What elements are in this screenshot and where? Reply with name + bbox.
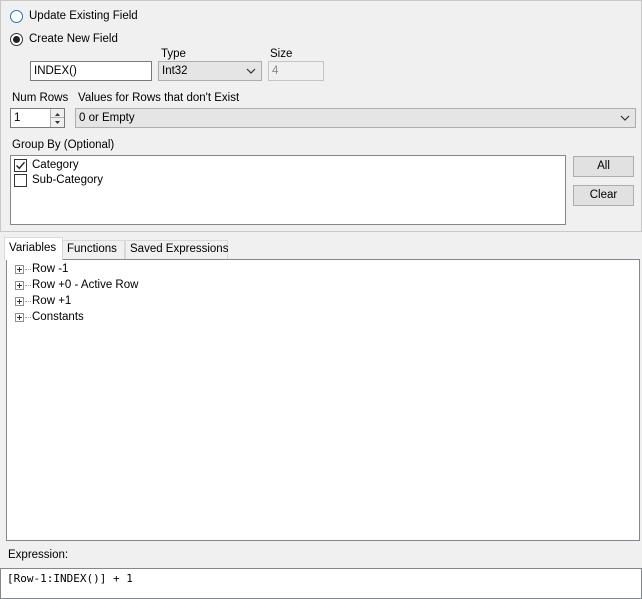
tab-functions[interactable]: Functions (62, 240, 125, 259)
tree-item-label: Constants (32, 311, 84, 323)
size-label: Size (270, 48, 293, 60)
tree-connector (25, 317, 31, 318)
nonexistent-rows-select[interactable]: 0 or Empty (75, 108, 636, 128)
expand-plus-icon[interactable] (15, 297, 24, 306)
tree-connector (25, 285, 31, 286)
num-rows-value: 1 (14, 112, 21, 124)
group-by-item-label: Sub-Category (32, 174, 103, 186)
nonexistent-rows-value: 0 or Empty (79, 112, 135, 124)
chevron-down-icon (620, 115, 630, 121)
size-input: 4 (268, 61, 324, 81)
type-label: Type (161, 48, 186, 60)
group-by-list[interactable]: Category Sub-Category (10, 155, 566, 225)
checkmark-icon (16, 161, 26, 170)
chevron-down-icon (246, 68, 256, 74)
group-by-label: Group By (Optional) (12, 139, 115, 151)
chevron-down-icon (55, 121, 60, 124)
tab-variables[interactable]: Variables (4, 237, 63, 260)
category-checkbox[interactable] (14, 159, 27, 172)
update-existing-field-label[interactable]: Update Existing Field (29, 10, 138, 22)
clear-button[interactable]: Clear (573, 185, 634, 206)
nonexistent-rows-label: Values for Rows that don't Exist (78, 92, 240, 104)
sub-category-checkbox[interactable] (14, 174, 27, 187)
group-by-item-sub-category[interactable]: Sub-Category (13, 173, 313, 188)
type-select[interactable]: Int32 (158, 61, 262, 81)
tree-connector (25, 269, 31, 270)
spin-down-button[interactable] (51, 118, 64, 127)
tab-saved-expressions[interactable]: Saved Expressions (125, 240, 228, 259)
expression-input[interactable]: [Row-1:INDEX()] + 1 (0, 568, 642, 599)
create-new-field-label[interactable]: Create New Field (29, 33, 118, 45)
tree-connector (25, 301, 31, 302)
tree-item-label: Row +0 - Active Row (32, 279, 139, 291)
expand-plus-icon[interactable] (15, 313, 24, 322)
variables-tree[interactable]: Row -1 Row +0 - Active Row Row +1 Consta… (6, 259, 640, 541)
type-select-value: Int32 (162, 65, 188, 77)
expression-tabs: Variables Functions Saved Expressions (0, 237, 642, 260)
num-rows-label: Num Rows (12, 92, 69, 104)
expand-plus-icon[interactable] (15, 265, 24, 274)
expand-plus-icon[interactable] (15, 281, 24, 290)
tree-item-label: Row +1 (32, 295, 72, 307)
create-new-field-radio[interactable] (10, 33, 23, 46)
num-rows-spinner[interactable] (50, 109, 64, 127)
expression-label: Expression: (8, 549, 69, 561)
group-by-item-category[interactable]: Category (13, 158, 313, 173)
update-existing-field-radio[interactable] (10, 10, 23, 23)
chevron-up-icon (55, 113, 60, 116)
new-field-name-input[interactable]: INDEX() (30, 61, 152, 81)
group-by-item-label: Category (32, 159, 79, 171)
select-all-button[interactable]: All (573, 156, 634, 177)
tree-item-label: Row -1 (32, 263, 69, 275)
spin-up-button[interactable] (51, 109, 64, 118)
